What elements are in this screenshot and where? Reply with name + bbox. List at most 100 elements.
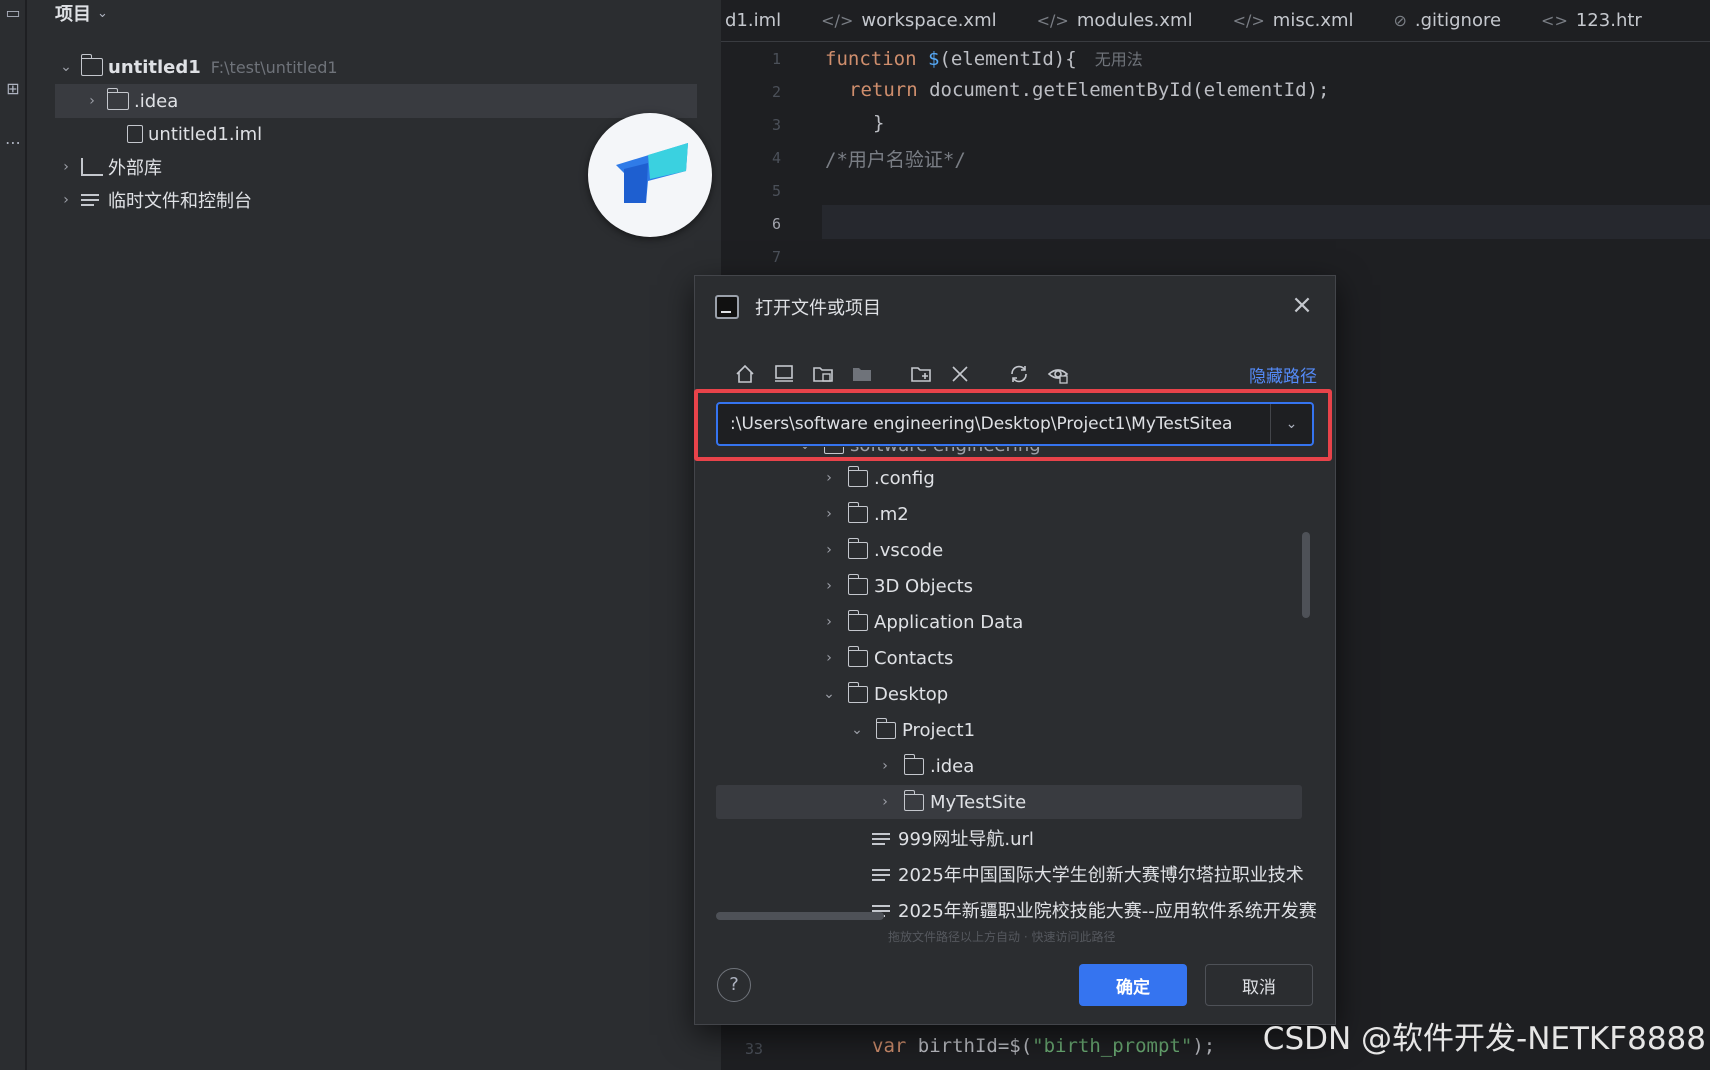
tree-item-999-url[interactable]: 999网址导航.url bbox=[716, 821, 1302, 855]
code-line-1[interactable]: function $(elementId){无用法 bbox=[825, 46, 1143, 70]
tree-item-desktop[interactable]: ⌄ Desktop bbox=[716, 677, 1302, 711]
help-button[interactable]: ? bbox=[717, 968, 751, 1002]
tree-item-external-libraries[interactable]: › 外部库 bbox=[57, 150, 162, 184]
tree-item-label: 外部库 bbox=[108, 158, 162, 179]
chevron-right-icon[interactable]: › bbox=[876, 794, 894, 810]
home-icon[interactable] bbox=[731, 360, 758, 387]
tree-item-application-data[interactable]: › Application Data bbox=[716, 605, 1302, 639]
cancel-button[interactable]: 取消 bbox=[1205, 964, 1313, 1006]
delete-icon[interactable] bbox=[946, 360, 973, 387]
tree-item-untitled1[interactable]: ⌄ untitled1 F:\test\untitled1 bbox=[57, 50, 697, 84]
tree-item-label: .m2 bbox=[874, 503, 909, 525]
chevron-down-icon[interactable]: ⌄ bbox=[57, 59, 75, 75]
file-icon bbox=[127, 125, 143, 143]
chevron-right-icon[interactable]: › bbox=[820, 614, 838, 630]
chevron-right-icon[interactable]: › bbox=[820, 470, 838, 486]
tree-item-label: .vscode bbox=[874, 539, 944, 561]
chevron-down-icon[interactable]: ⌄ bbox=[848, 722, 866, 738]
line-number: 5 bbox=[771, 182, 781, 200]
tab-untitled1-iml[interactable]: d1.iml bbox=[721, 0, 801, 41]
tree-item-project1[interactable]: ⌄ Project1 bbox=[716, 713, 1302, 747]
folder-icon bbox=[847, 501, 868, 523]
horizontal-scrollbar[interactable] bbox=[716, 912, 884, 920]
vertical-scrollbar[interactable] bbox=[1302, 532, 1310, 618]
tree-item-3d-objects[interactable]: › 3D Objects bbox=[716, 569, 1302, 603]
folder-icon[interactable]: ▭ bbox=[2, 2, 24, 24]
tree-item-m2[interactable]: › .m2 bbox=[716, 497, 1302, 531]
tree-item-label: .idea bbox=[134, 90, 179, 112]
code-line-3[interactable]: } bbox=[873, 112, 884, 134]
tree-item-software-engineering[interactable]: ⌄ software engineering bbox=[716, 447, 1302, 462]
tree-item-label: software engineering bbox=[850, 447, 1041, 456]
current-line-highlight bbox=[822, 205, 1710, 239]
tree-item-label: 临时文件和控制台 bbox=[108, 191, 252, 212]
tab-misc-xml[interactable]: </> misc.xml bbox=[1213, 0, 1374, 41]
module-folder-icon[interactable] bbox=[848, 360, 875, 387]
hide-path-link[interactable]: 隐藏路径 bbox=[1249, 362, 1317, 387]
chevron-right-icon[interactable]: › bbox=[876, 758, 894, 774]
html-icon: <> bbox=[1541, 11, 1568, 30]
ok-button[interactable]: 确定 bbox=[1079, 964, 1187, 1006]
chevron-down-icon[interactable]: ⌄ bbox=[820, 686, 838, 702]
tree-item-vscode[interactable]: › .vscode bbox=[716, 533, 1302, 567]
more-icon[interactable]: ⋯ bbox=[2, 132, 24, 154]
tree-item-label: Contacts bbox=[874, 647, 954, 669]
code-line-2[interactable]: return document.getElementById(elementId… bbox=[849, 79, 1329, 101]
tree-item-label: .config bbox=[874, 467, 935, 489]
tab-label: modules.xml bbox=[1076, 10, 1193, 31]
tab-label: misc.xml bbox=[1272, 10, 1354, 31]
tab-label: 123.htr bbox=[1575, 10, 1642, 31]
code-line-33[interactable]: var birthId=$("birth_prompt"); bbox=[872, 1035, 1215, 1057]
project-folder-icon bbox=[875, 717, 896, 739]
tree-item-config[interactable]: › .config bbox=[716, 461, 1302, 495]
path-input[interactable] bbox=[718, 404, 1270, 444]
text-file-icon bbox=[872, 830, 892, 847]
tab-gitignore[interactable]: ⊘ .gitignore bbox=[1374, 0, 1522, 41]
tab-123-html[interactable]: <> 123.htr bbox=[1521, 0, 1662, 41]
tree-item-untitled1-iml[interactable]: untitled1.iml bbox=[103, 117, 262, 151]
show-hidden-icon[interactable] bbox=[1044, 360, 1071, 387]
usage-hint[interactable]: 无用法 bbox=[1095, 50, 1143, 69]
chevron-right-icon[interactable]: › bbox=[820, 542, 838, 558]
tab-workspace-xml[interactable]: </> workspace.xml bbox=[801, 0, 1016, 41]
tree-item-2025-contest-1[interactable]: 2025年中国国际大学生创新大赛博尔塔拉职业技术 bbox=[716, 857, 1304, 891]
project-header[interactable]: 项目 ⌄ bbox=[55, 0, 108, 26]
desktop-icon[interactable] bbox=[770, 360, 797, 387]
folder-icon bbox=[847, 465, 868, 487]
tree-item-label: Desktop bbox=[874, 683, 949, 705]
folder-icon bbox=[903, 753, 924, 775]
chevron-right-icon[interactable]: › bbox=[820, 578, 838, 594]
project-folder-icon[interactable] bbox=[809, 360, 836, 387]
structure-icon[interactable]: ⊞ bbox=[2, 78, 24, 100]
tree-item-label: untitled1 bbox=[108, 56, 201, 78]
tool-strip: ▭ ⊞ ⋯ bbox=[0, 0, 26, 1070]
chevron-down-icon[interactable]: ⌄ bbox=[796, 447, 814, 453]
tab-modules-xml[interactable]: </> modules.xml bbox=[1017, 0, 1213, 41]
line-number: 3 bbox=[771, 116, 781, 134]
code-line-4[interactable]: /*用户名验证*/ bbox=[825, 145, 966, 172]
line-number: 33 bbox=[745, 1040, 764, 1058]
chevron-down-icon: ⌄ bbox=[97, 5, 108, 21]
chevron-right-icon[interactable]: › bbox=[820, 650, 838, 666]
tree-item-label: 2025年中国国际大学生创新大赛博尔塔拉职业技术 bbox=[898, 865, 1304, 886]
tree-item-scratches[interactable]: › 临时文件和控制台 bbox=[57, 183, 252, 217]
chevron-right-icon[interactable]: › bbox=[820, 506, 838, 522]
dialog-title: 打开文件或项目 bbox=[755, 298, 881, 319]
app-logo[interactable] bbox=[588, 113, 712, 237]
chevron-right-icon[interactable]: › bbox=[83, 93, 101, 109]
tree-item-idea[interactable]: › .idea bbox=[716, 749, 1302, 783]
new-folder-icon[interactable] bbox=[907, 360, 934, 387]
drop-hint-text: 拖放文件路径以上方自动 · 快速访问此路径 bbox=[888, 930, 1116, 944]
folder-icon bbox=[847, 537, 868, 559]
line-number: 4 bbox=[771, 149, 781, 167]
tree-item-label: Project1 bbox=[902, 719, 976, 741]
chevron-right-icon[interactable]: › bbox=[57, 159, 75, 175]
refresh-icon[interactable] bbox=[1005, 360, 1032, 387]
close-icon[interactable]: × bbox=[1287, 290, 1317, 320]
tree-item-contacts[interactable]: › Contacts bbox=[716, 641, 1302, 675]
line-number: 2 bbox=[771, 83, 781, 101]
tree-item-mytestsite[interactable]: › MyTestSite bbox=[716, 785, 1302, 819]
chevron-right-icon[interactable]: › bbox=[57, 192, 75, 208]
xml-icon: </> bbox=[1036, 11, 1069, 30]
chevron-down-icon[interactable]: ⌄ bbox=[1270, 404, 1312, 444]
